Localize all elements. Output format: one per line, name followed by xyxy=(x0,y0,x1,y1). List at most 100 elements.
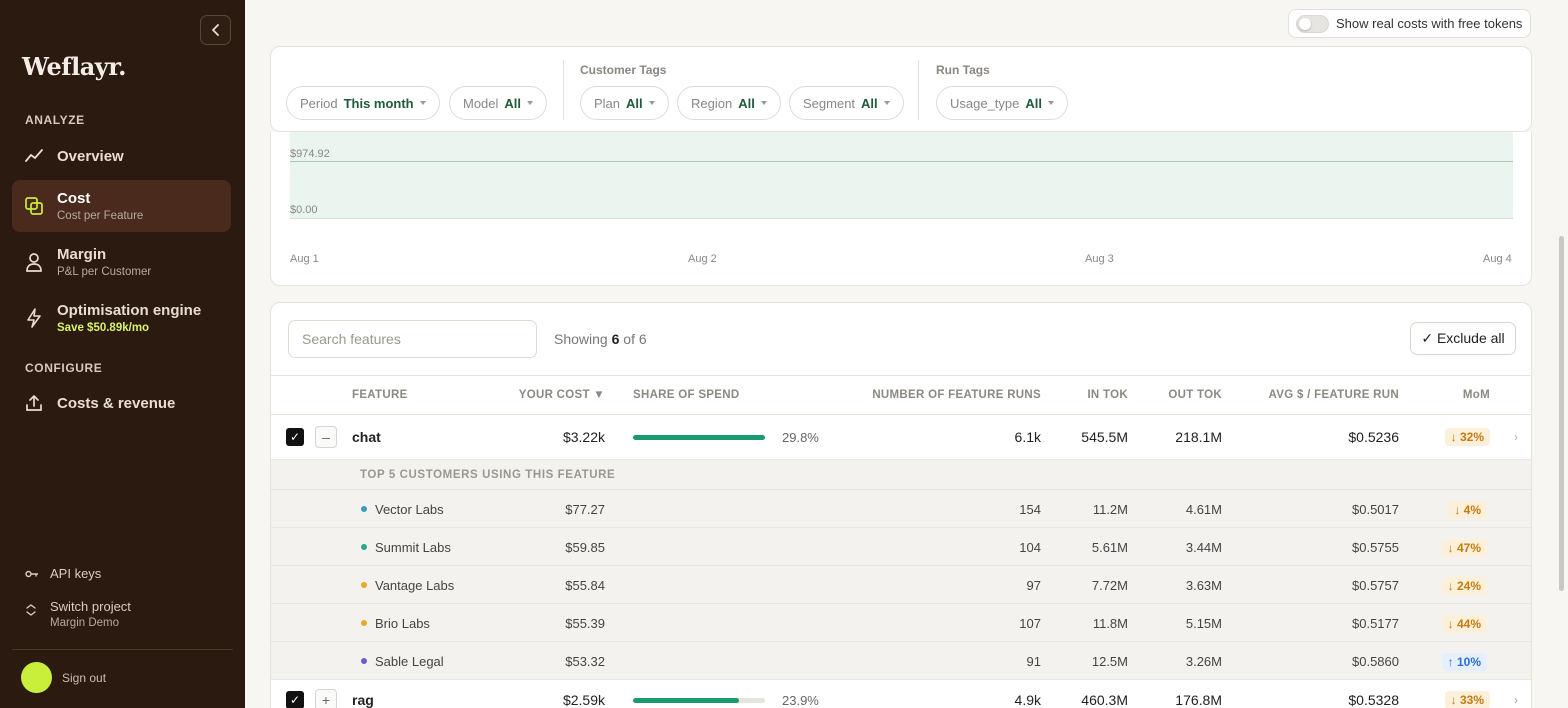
filter-value: All xyxy=(504,95,522,111)
chevron-down-icon xyxy=(527,101,534,105)
customer-out-tok: 3.26M xyxy=(1185,654,1222,669)
y-tick-bottom: $0.00 xyxy=(290,204,318,216)
feature-runs: 6.1k xyxy=(1014,429,1041,445)
header-feature[interactable]: FEATURE xyxy=(352,389,408,401)
feature-out-tok: 218.1M xyxy=(1175,429,1222,445)
region-filter[interactable]: Region All xyxy=(677,86,781,120)
x-tick: Aug 3 xyxy=(1085,253,1114,265)
customer-color-dot xyxy=(361,506,367,512)
chart-gridline xyxy=(290,161,1513,162)
logo: Weflayr. xyxy=(22,52,127,81)
customer-row[interactable]: Vector Labs $77.27 154 11.2M 4.61M $0.5017 ↓ 4… xyxy=(271,490,1531,528)
collapse-sidebar-button[interactable] xyxy=(200,15,231,45)
savings-badge: Save $50.89k/mo xyxy=(57,322,150,334)
customer-avg: $0.5755 xyxy=(1352,540,1399,555)
mom-badge: ↓ 32% xyxy=(1444,428,1490,446)
switch-project-button[interactable]: Switch project Margin Demo xyxy=(25,599,131,629)
feature-cost: $3.22k xyxy=(562,429,605,445)
real-costs-toggle[interactable] xyxy=(1296,14,1329,33)
share-percent: 23.9% xyxy=(782,693,819,708)
search-input[interactable] xyxy=(288,320,537,358)
chevron-right-icon[interactable]: › xyxy=(1514,693,1518,707)
customer-cost: $55.39 xyxy=(565,616,605,631)
filter-divider xyxy=(563,60,564,120)
model-filter[interactable]: Model All xyxy=(449,86,548,120)
exclude-all-button[interactable]: ✓ Exclude all xyxy=(1410,322,1516,355)
filter-divider xyxy=(918,60,919,120)
real-costs-toggle-label: Show real costs with free tokens xyxy=(1336,16,1523,31)
customer-in-tok: 12.5M xyxy=(1091,654,1128,669)
expand-row-button[interactable]: + xyxy=(315,689,337,708)
sidebar-item-label: Cost xyxy=(57,190,91,207)
header-share[interactable]: SHARE OF SPEND xyxy=(633,389,739,401)
feature-avg: $0.5236 xyxy=(1348,429,1399,445)
sidebar-item-cost[interactable]: Cost Cost per Feature xyxy=(12,180,231,232)
customer-cost: $53.32 xyxy=(565,654,605,669)
plan-filter[interactable]: Plan All xyxy=(580,86,669,120)
header-avg[interactable]: AVG $ / FEATURE RUN xyxy=(1268,389,1399,401)
mom-badge: ↑ 10% xyxy=(1441,653,1487,671)
chevron-down-icon xyxy=(1048,101,1055,105)
customer-cost: $59.85 xyxy=(565,540,605,555)
customer-row[interactable]: Sable Legal $53.32 91 12.5M 3.26M $0.5860 ↑ 10… xyxy=(271,642,1531,680)
header-runs[interactable]: NUMBER OF FEATURE RUNS xyxy=(872,389,1041,401)
cost-squares-icon xyxy=(24,196,44,216)
customer-name: Vantage Labs xyxy=(375,578,455,593)
sign-out-link[interactable]: Sign out xyxy=(62,671,106,685)
customer-color-dot xyxy=(361,658,367,664)
sidebar-item-overview[interactable]: Overview xyxy=(12,137,231,175)
header-out-tok[interactable]: OUT TOK xyxy=(1168,389,1222,401)
include-checkbox[interactable]: ✓ xyxy=(286,428,304,446)
real-costs-toggle-wrap[interactable]: Show real costs with free tokens xyxy=(1288,9,1531,38)
lightning-icon xyxy=(24,308,44,328)
feature-in-tok: 460.3M xyxy=(1081,692,1128,708)
table-row[interactable]: ✓ – chat $3.22k 29.8% 6.1k 545.5M 218.1M… xyxy=(271,415,1531,460)
mom-badge: ↓ 4% xyxy=(1448,501,1487,519)
customer-row[interactable]: Summit Labs $59.85 104 5.61M 3.44M $0.5755 ↓ 4… xyxy=(271,528,1531,566)
cost-chart: $974.92 $0.00 Aug 1 Aug 2 Aug 3 Aug 4 xyxy=(270,132,1532,286)
segment-filter[interactable]: Segment All xyxy=(789,86,904,120)
customer-runs: 107 xyxy=(1019,616,1041,631)
page-scrollbar[interactable] xyxy=(1559,236,1564,591)
showing-prefix: Showing xyxy=(554,331,608,347)
header-mom[interactable]: MoM xyxy=(1463,389,1490,401)
sidebar-divider xyxy=(12,649,233,650)
filters-bar: Period This month Model All Customer Tag… xyxy=(270,46,1532,132)
feature-out-tok: 176.8M xyxy=(1175,692,1222,708)
customer-out-tok: 3.63M xyxy=(1185,578,1222,593)
include-checkbox[interactable]: ✓ xyxy=(286,691,304,708)
period-filter[interactable]: Period This month xyxy=(286,86,440,120)
header-in-tok[interactable]: IN TOK xyxy=(1087,389,1128,401)
features-table-card: Showing 6 of 6 ✓ Exclude all FEATURE YOU… xyxy=(270,302,1532,708)
table-row[interactable]: ✓ + rag $2.59k 23.9% 4.9k 460.3M 176.8M … xyxy=(271,678,1531,708)
filter-key: Plan xyxy=(594,95,621,111)
share-bar xyxy=(633,435,765,440)
filter-key: Model xyxy=(463,95,499,111)
chevron-right-icon[interactable]: › xyxy=(1514,430,1518,444)
filter-key: Region xyxy=(691,95,733,111)
sidebar-item-costs-revenue[interactable]: Costs & revenue xyxy=(12,384,231,422)
share-bar-fill xyxy=(633,435,765,440)
sidebar-item-label: Margin xyxy=(57,246,107,263)
showing-count: Showing 6 of 6 xyxy=(554,331,647,347)
customer-row[interactable]: Brio Labs $55.39 107 11.8M 5.15M $0.5177 ↓ 44% xyxy=(271,604,1531,642)
api-keys-link[interactable]: API keys xyxy=(25,566,101,581)
sidebar-item-margin[interactable]: Margin P&L per Customer xyxy=(12,237,231,287)
mom-badge: ↓ 44% xyxy=(1441,615,1487,633)
customer-row[interactable]: Vantage Labs $55.84 97 7.72M 3.63M $0.5757 ↓ 2… xyxy=(271,566,1531,604)
run-tags-label: Run Tags xyxy=(936,63,990,77)
chevron-down-icon xyxy=(419,101,426,105)
collapse-row-button[interactable]: – xyxy=(315,426,337,448)
sidebar-item-sublabel: Cost per Feature xyxy=(57,210,144,222)
customer-cost: $77.27 xyxy=(565,502,605,517)
share-percent: 29.8% xyxy=(782,430,819,445)
header-your-cost[interactable]: YOUR COST ▼ xyxy=(519,389,605,401)
avatar[interactable] xyxy=(21,662,52,693)
filter-value: All xyxy=(738,95,755,111)
sidebar-item-optimisation[interactable]: Optimisation engine Save $50.89k/mo xyxy=(12,293,231,343)
customer-name: Vector Labs xyxy=(375,502,444,517)
usage-type-filter[interactable]: Usage_type All xyxy=(936,86,1069,120)
customer-color-dot xyxy=(361,544,367,550)
customer-runs: 97 xyxy=(1026,578,1041,593)
chevron-down-icon xyxy=(883,101,890,105)
